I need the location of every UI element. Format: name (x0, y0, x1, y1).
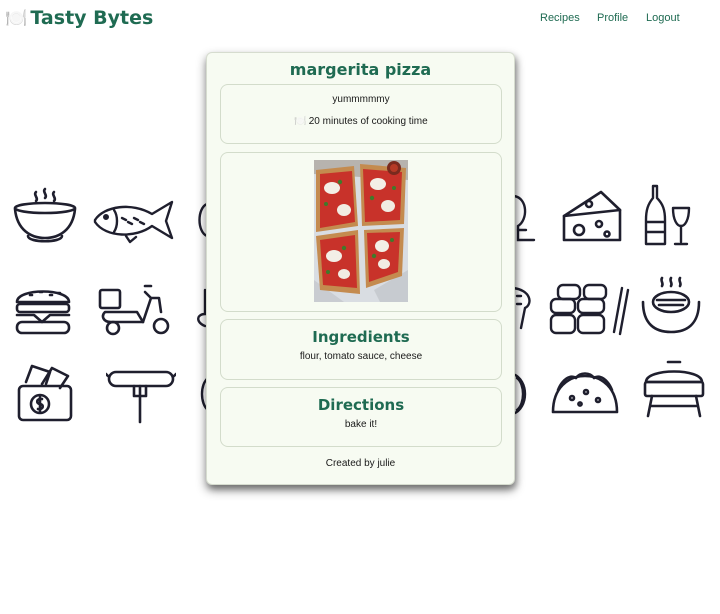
recipe-photo-box (220, 152, 502, 312)
soup-bowl-icon (12, 186, 78, 248)
recipe-summary: yummmmmy 🍽️ 20 minutes of cooking time (220, 84, 502, 144)
sushi-icon (548, 282, 630, 338)
taco-icon (550, 368, 620, 418)
burger-icon (14, 282, 72, 336)
ingredients-section: Ingredients flour, tomato sauce, cheese (220, 319, 502, 380)
directions-section: Directions bake it! (220, 387, 502, 447)
ingredients-heading: Ingredients (312, 328, 410, 346)
recipe-author: Created by julie (325, 458, 396, 469)
recipe-card: margerita pizza yummmmmy 🍽️ 20 minutes of… (206, 52, 515, 485)
partial-icon (512, 190, 536, 246)
nav-recipes-link[interactable]: Recipes (540, 12, 580, 24)
recipe-description: yummmmmy (332, 94, 390, 105)
partial-icon (193, 286, 207, 330)
directions-heading: Directions (317, 396, 405, 414)
pizza-photo (314, 160, 408, 302)
money-bag-icon (16, 362, 74, 424)
champagne-glass-icon (643, 184, 691, 248)
ingredients-list: flour, tomato sauce, cheese (299, 351, 423, 362)
grill-bowl-icon (640, 276, 702, 336)
cheese-icon (561, 188, 623, 246)
nav-logout-link[interactable]: Logout (646, 12, 680, 24)
cooking-time: 🍽️ 20 minutes of cooking time (221, 116, 501, 127)
sausage-fork-icon (106, 366, 176, 424)
top-nav: Recipes Profile Logout (0, 12, 720, 28)
bbq-grill-icon (642, 358, 706, 418)
nav-profile-link[interactable]: Profile (597, 12, 628, 24)
plate-icon: 🍽️ (294, 116, 307, 127)
recipe-title: margerita pizza (289, 60, 432, 79)
delivery-scooter-icon (97, 280, 173, 336)
cooking-time-text: 20 minutes of cooking time (308, 116, 428, 127)
directions-text: bake it! (344, 419, 378, 430)
fish-icon (92, 198, 176, 244)
